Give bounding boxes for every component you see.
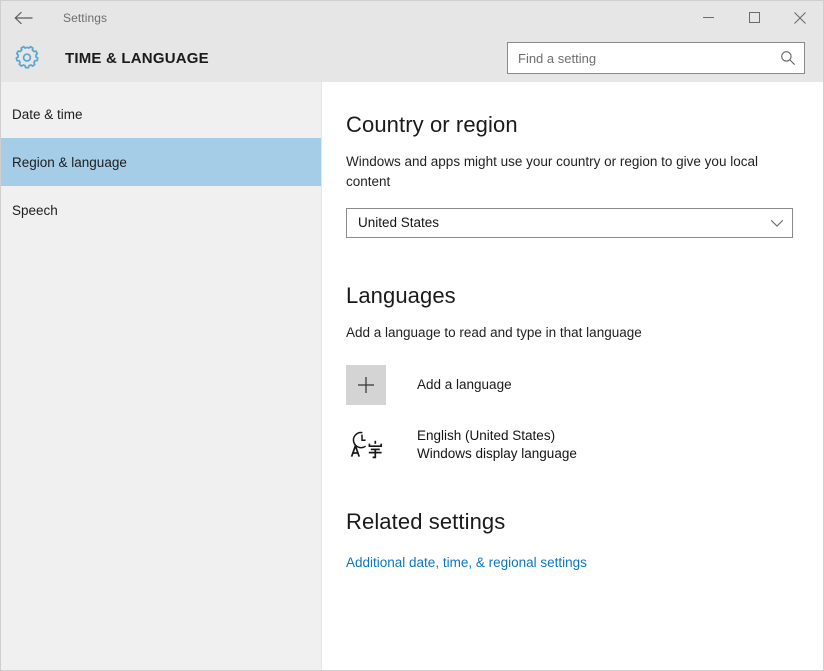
page-header: TIME & LANGUAGE [1, 34, 823, 82]
sidebar: Date & time Region & language Speech [1, 82, 322, 670]
gear-icon-container [3, 45, 51, 71]
plus-icon [358, 376, 374, 393]
sidebar-item-label: Date & time [12, 106, 83, 122]
gear-icon [15, 45, 39, 69]
languages-section: Languages Add a language to read and typ… [346, 283, 793, 465]
close-icon [794, 11, 806, 24]
window-body: Date & time Region & language Speech Cou… [1, 82, 823, 670]
back-arrow-icon [14, 11, 33, 24]
add-language-label: Add a language [417, 377, 512, 393]
search-box[interactable] [507, 42, 805, 74]
language-list-item[interactable]: English (United States) Windows display … [346, 425, 591, 465]
related-settings-section: Related settings Additional date, time, … [346, 509, 793, 572]
language-sublabel: Windows display language [417, 445, 577, 461]
language-icon-container [346, 425, 386, 465]
minimize-button[interactable] [685, 1, 731, 34]
add-language-tile [346, 364, 386, 405]
title-bar: Settings [1, 1, 823, 34]
search-icon[interactable] [780, 50, 796, 66]
country-region-selected-value: United States [358, 215, 440, 230]
back-button[interactable] [1, 1, 47, 34]
languages-heading: Languages [346, 282, 456, 308]
sidebar-item-label: Region & language [12, 154, 127, 170]
search-input[interactable] [518, 50, 776, 66]
page-title: TIME & LANGUAGE [65, 49, 209, 67]
window-controls [685, 1, 823, 34]
settings-window: Settings TIME & LANGUAGE Find a setting … [0, 0, 824, 671]
sidebar-item-speech[interactable]: Speech [1, 186, 321, 234]
language-text-block: English (United States) Windows display … [417, 427, 577, 463]
additional-date-time-regional-settings-link[interactable]: Additional date, time, & regional settin… [346, 555, 587, 570]
chevron-down-icon [770, 219, 784, 227]
sidebar-item-label: Speech [12, 202, 58, 218]
sidebar-item-date-time[interactable]: Date & time [1, 90, 321, 138]
close-button[interactable] [777, 1, 823, 34]
maximize-icon [748, 12, 760, 23]
add-language-button[interactable]: Add a language [346, 364, 526, 405]
maximize-button[interactable] [731, 1, 777, 34]
country-region-description: Windows and apps might use your country … [346, 154, 758, 190]
country-region-select[interactable]: United States [346, 207, 793, 238]
minimize-icon [702, 17, 714, 18]
window-title: Settings [63, 10, 108, 25]
sidebar-item-region-language[interactable]: Region & language [1, 138, 321, 186]
language-translate-icon [350, 431, 383, 458]
country-region-heading: Country or region [346, 112, 518, 137]
language-name: English (United States) [417, 427, 556, 443]
country-region-section: Country or region Windows and apps might… [346, 112, 793, 238]
settings-content: Country or region Windows and apps might… [322, 82, 823, 670]
languages-description: Add a language to read and type in that … [346, 324, 642, 340]
related-settings-heading: Related settings [346, 508, 506, 534]
